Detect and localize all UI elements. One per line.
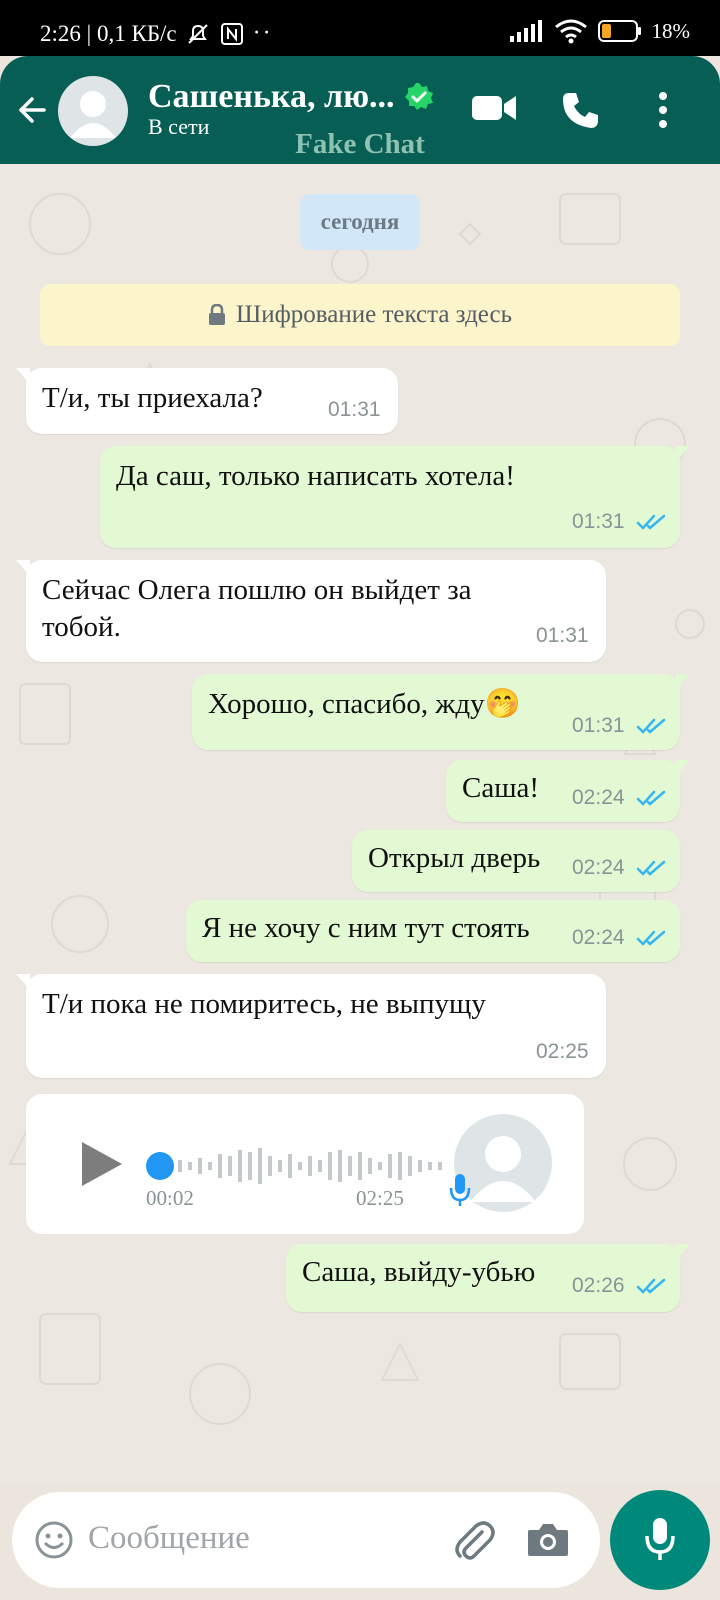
mic-button[interactable] [610, 1490, 710, 1590]
more-icon[interactable] [656, 90, 670, 130]
lock-icon [208, 304, 225, 325]
message-time: 02:24 [572, 786, 625, 809]
contact-name[interactable]: Сашенька, лю... [148, 78, 395, 116]
read-ticks-icon [636, 930, 666, 946]
date-chip: сегодня [300, 194, 420, 250]
message-time: 01:31 [572, 510, 625, 533]
voice-time: 02:25 [356, 1186, 404, 1210]
read-ticks-icon [636, 860, 666, 876]
read-ticks-icon [636, 718, 666, 734]
message-time: 02:26 [572, 1274, 625, 1297]
signal-icon [509, 20, 542, 42]
nfc-icon [220, 22, 243, 45]
chat-header: Сашенька, лю... В сети Fake Chat [0, 56, 720, 164]
mic-icon [449, 1174, 471, 1206]
message-outgoing[interactable]: Я не хочу с ним тут стоять 02:24 [186, 900, 680, 962]
message-text: Я не хочу с ним тут стоять [202, 912, 530, 944]
message-time: 01:31 [572, 714, 625, 737]
encryption-text: Шифрование текста здесь [235, 301, 513, 328]
back-arrow-icon[interactable] [14, 90, 54, 130]
message-text: Т/и пока не помиритесь, не выпущу [42, 988, 486, 1020]
verified-icon [405, 83, 433, 110]
emoji-icon[interactable] [34, 1520, 74, 1560]
message-time: 02:24 [572, 856, 625, 879]
emoji: 🤭 [484, 688, 521, 720]
mic-icon [645, 1518, 675, 1560]
message-outgoing[interactable]: Саша, выйду-убью 02:26 [286, 1244, 690, 1312]
voice-duration: 00:02 [146, 1186, 194, 1210]
message-text: Да саш, только написать хотела! [116, 460, 515, 492]
phone-icon[interactable] [560, 90, 600, 130]
message-text: Т/и, ты приехала? [42, 382, 263, 414]
message-outgoing[interactable]: Да саш, только написать хотела! 01:31 [100, 446, 690, 548]
encryption-notice[interactable]: Шифрование текста здесь [40, 284, 680, 346]
message-outgoing[interactable]: Хорошо, спасибо, жду🤭 01:31 [192, 674, 690, 750]
read-ticks-icon [636, 514, 666, 530]
more-dots-icon: ·· [252, 20, 273, 46]
message-incoming[interactable]: Т/и пока не помиритесь, не выпущу 02:25 [16, 974, 606, 1078]
status-bar: 2:26 | 0,1 КБ/с ·· 18% [0, 0, 720, 56]
attach-icon[interactable] [450, 1518, 496, 1564]
message-outgoing[interactable]: Саша! 02:24 [446, 760, 690, 822]
battery-icon [597, 20, 641, 42]
message-text: Саша, выйду-убью [302, 1256, 536, 1288]
battery-percent: 18% [651, 18, 691, 43]
mute-bell-icon [187, 23, 208, 44]
message-text: Саша! [462, 772, 540, 804]
message-time: 02:25 [536, 1040, 589, 1063]
message-time: 01:31 [328, 398, 381, 421]
message-text: Сейчас Олега пошлю он выйдет за тобой. [42, 574, 472, 643]
message-input-bar[interactable]: Сообщение [12, 1492, 600, 1588]
chat-area[interactable]: сегодня Шифрование текста здесь Т/и, ты … [0, 164, 720, 1484]
message-input[interactable]: Сообщение [88, 1520, 250, 1557]
message-time: 02:24 [572, 926, 625, 949]
read-ticks-icon [636, 790, 666, 806]
read-ticks-icon [636, 1278, 666, 1294]
video-call-icon[interactable] [470, 90, 518, 126]
waveform [178, 1148, 442, 1184]
playback-progress-handle[interactable] [146, 1152, 174, 1180]
message-text: Хорошо, спасибо, жду [208, 688, 485, 720]
play-icon[interactable] [80, 1140, 124, 1188]
watermark: Fake Chat [295, 128, 425, 160]
wifi-icon [554, 19, 587, 44]
message-time: 01:31 [536, 624, 589, 647]
message-incoming[interactable]: Сейчас Олега пошлю он выйдет за тобой. 0… [16, 560, 606, 662]
status-time: 2:26 | 0,1 КБ/с [40, 20, 177, 46]
message-text: Открыл дверь [368, 842, 541, 874]
message-outgoing[interactable]: Открыл дверь 02:24 [352, 830, 680, 892]
message-incoming[interactable]: Т/и, ты приехала? 01:31 [16, 368, 398, 434]
voice-message[interactable]: 00:02 02:25 [26, 1094, 584, 1234]
camera-icon[interactable] [526, 1520, 570, 1560]
